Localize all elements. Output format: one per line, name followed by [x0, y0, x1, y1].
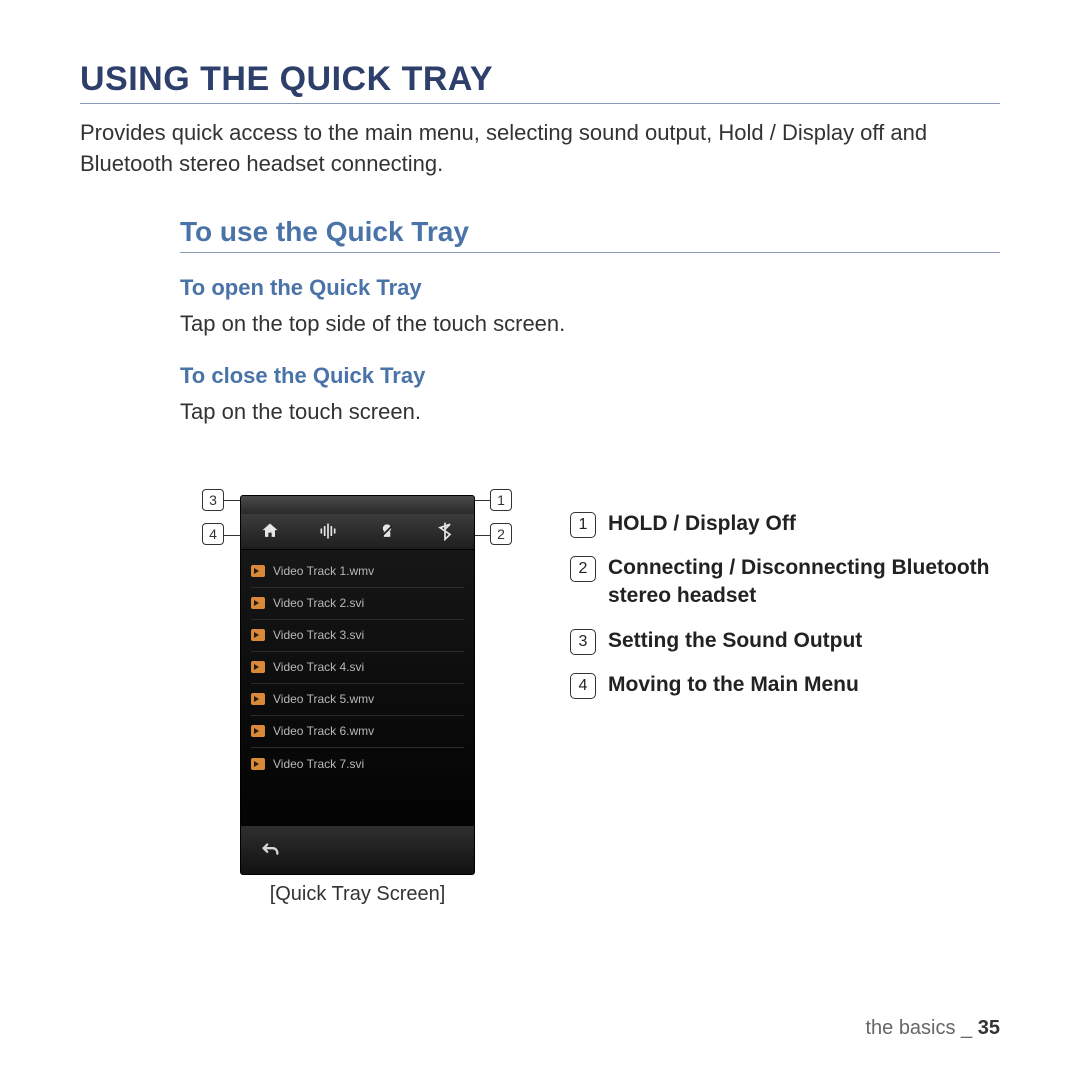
callout-legend: 1 HOLD / Display Off 2 Connecting / Disc…	[570, 510, 1000, 716]
legend-number: 3	[570, 629, 596, 655]
intro-paragraph: Provides quick access to the main menu, …	[80, 118, 1000, 180]
list-item: Video Track 7.svi	[251, 748, 464, 780]
legend-text: HOLD / Display Off	[608, 510, 796, 538]
legend-number: 2	[570, 556, 596, 582]
video-file-icon	[251, 693, 265, 705]
video-file-icon	[251, 725, 265, 737]
track-label: Video Track 1.wmv	[273, 564, 374, 578]
legend-text: Connecting / Disconnecting Bluetooth ste…	[608, 554, 1000, 611]
list-item: Video Track 6.wmv	[251, 716, 464, 748]
sound-bars-icon	[317, 520, 339, 542]
open-quick-tray-block: To open the Quick Tray Tap on the top si…	[180, 275, 1000, 337]
home-icon	[259, 520, 281, 542]
legend-number: 4	[570, 673, 596, 699]
track-label: Video Track 2.svi	[273, 596, 364, 610]
video-file-icon	[251, 758, 265, 770]
legend-row: 3 Setting the Sound Output	[570, 627, 1000, 655]
legend-text: Setting the Sound Output	[608, 627, 862, 655]
video-file-icon	[251, 661, 265, 673]
callout-4: 4	[202, 523, 224, 545]
callout-2: 2	[490, 523, 512, 545]
open-quick-tray-title: To open the Quick Tray	[180, 275, 1000, 301]
legend-number: 1	[570, 512, 596, 538]
track-label: Video Track 4.svi	[273, 660, 364, 674]
track-label: Video Track 6.wmv	[273, 724, 374, 738]
track-label: Video Track 3.svi	[273, 628, 364, 642]
phone-screenshot: Video Track 1.wmv Video Track 2.svi Vide…	[240, 495, 475, 875]
quick-tray-bar	[241, 514, 474, 550]
list-item: Video Track 4.svi	[251, 652, 464, 684]
phone-bottom-bar	[241, 826, 474, 874]
callout-3: 3	[202, 489, 224, 511]
list-item: Video Track 3.svi	[251, 620, 464, 652]
back-icon	[259, 839, 281, 861]
legend-row: 2 Connecting / Disconnecting Bluetooth s…	[570, 554, 1000, 611]
page-footer: the basics _ 35	[865, 1017, 1000, 1040]
page-title: USING THE QUICK TRAY	[80, 60, 1000, 104]
list-item: Video Track 2.svi	[251, 588, 464, 620]
track-list: Video Track 1.wmv Video Track 2.svi Vide…	[241, 550, 474, 786]
figure-area: 3 4 1 2 Video Track 1.wmv Vid	[180, 495, 1000, 945]
legend-row: 4 Moving to the Main Menu	[570, 671, 1000, 699]
legend-text: Moving to the Main Menu	[608, 671, 859, 699]
list-item: Video Track 1.wmv	[251, 556, 464, 588]
video-file-icon	[251, 629, 265, 641]
callout-1: 1	[490, 489, 512, 511]
list-item: Video Track 5.wmv	[251, 684, 464, 716]
video-file-icon	[251, 597, 265, 609]
phone-caption: [Quick Tray Screen]	[240, 883, 475, 906]
close-quick-tray-block: To close the Quick Tray Tap on the touch…	[180, 363, 1000, 425]
bluetooth-icon	[434, 520, 456, 542]
open-quick-tray-text: Tap on the top side of the touch screen.	[180, 311, 1000, 337]
section-title: To use the Quick Tray	[180, 216, 1000, 253]
close-quick-tray-text: Tap on the touch screen.	[180, 399, 1000, 425]
track-label: Video Track 7.svi	[273, 757, 364, 771]
close-quick-tray-title: To close the Quick Tray	[180, 363, 1000, 389]
legend-row: 1 HOLD / Display Off	[570, 510, 1000, 538]
hold-display-icon	[376, 520, 398, 542]
video-file-icon	[251, 565, 265, 577]
footer-section-label: the basics _	[865, 1017, 977, 1039]
page-number: 35	[978, 1017, 1000, 1039]
track-label: Video Track 5.wmv	[273, 692, 374, 706]
phone-top-strip	[241, 496, 474, 514]
